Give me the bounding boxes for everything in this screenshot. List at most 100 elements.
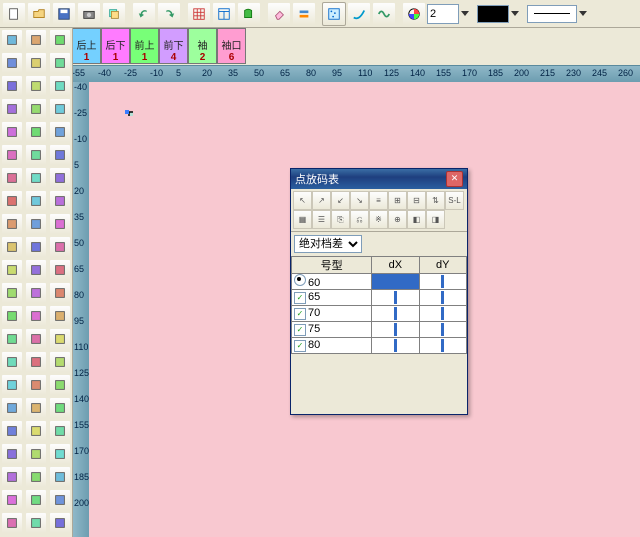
side-tool-icon[interactable] (49, 190, 71, 212)
dialog-tool-icon[interactable]: ↖ (293, 191, 312, 210)
side-tool-icon[interactable] (49, 374, 71, 396)
side-tool-icon[interactable] (49, 397, 71, 419)
dialog-tool-icon[interactable]: ◧ (407, 210, 426, 229)
side-tool-icon[interactable] (25, 305, 47, 327)
side-tool-icon[interactable] (49, 443, 71, 465)
side-tool-icon[interactable] (25, 98, 47, 120)
side-tool-icon[interactable] (25, 121, 47, 143)
side-tool-icon[interactable] (25, 443, 47, 465)
side-tool-icon[interactable] (25, 213, 47, 235)
side-tool-icon[interactable] (49, 98, 71, 120)
side-tool-icon[interactable] (49, 305, 71, 327)
dialog-tool-icon[interactable]: ⇅ (426, 191, 445, 210)
side-tool-icon[interactable] (49, 236, 71, 258)
side-tool-icon[interactable] (25, 236, 47, 258)
side-tool-icon[interactable] (1, 259, 23, 281)
open-icon[interactable] (27, 2, 51, 26)
side-tool-icon[interactable] (49, 121, 71, 143)
align-icon[interactable] (292, 2, 316, 26)
side-tool-icon[interactable] (25, 75, 47, 97)
grade-mode-select[interactable]: 绝对档差 (294, 235, 362, 253)
side-tool-icon[interactable] (1, 29, 23, 51)
side-tool-icon[interactable] (25, 328, 47, 350)
dialog-tool-icon[interactable]: ※ (369, 210, 388, 229)
dialog-tool-icon[interactable]: ◨ (426, 210, 445, 229)
grade-chart-icon[interactable] (322, 2, 346, 26)
pattern-tab[interactable]: 前上1 (130, 28, 159, 64)
close-icon[interactable]: ✕ (446, 171, 463, 187)
side-tool-icon[interactable] (49, 282, 71, 304)
side-tool-icon[interactable] (1, 121, 23, 143)
grid-icon[interactable] (187, 2, 211, 26)
side-tool-icon[interactable] (1, 236, 23, 258)
dialog-titlebar[interactable]: 点放码表 ✕ (291, 169, 467, 189)
table-row[interactable]: 60 (292, 274, 467, 290)
color-picker-icon[interactable] (402, 2, 426, 26)
table-row[interactable]: ✓70 (292, 306, 467, 322)
side-tool-icon[interactable] (49, 420, 71, 442)
side-tool-icon[interactable] (25, 466, 47, 488)
side-tool-icon[interactable] (1, 466, 23, 488)
side-tool-icon[interactable] (1, 489, 23, 511)
dialog-tool-icon[interactable]: ☰ (312, 210, 331, 229)
pattern-tab[interactable]: 袖口6 (217, 28, 246, 64)
side-tool-icon[interactable] (49, 489, 71, 511)
curve2-icon[interactable] (372, 2, 396, 26)
pattern-tab[interactable]: 前下4 (159, 28, 188, 64)
side-tool-icon[interactable] (1, 420, 23, 442)
window-icon[interactable] (212, 2, 236, 26)
undo-icon[interactable] (132, 2, 156, 26)
dialog-tool-icon[interactable]: ↗ (312, 191, 331, 210)
side-tool-icon[interactable] (49, 167, 71, 189)
side-tool-icon[interactable] (1, 351, 23, 373)
side-tool-icon[interactable] (25, 167, 47, 189)
side-tool-icon[interactable] (1, 397, 23, 419)
camera-icon[interactable] (77, 2, 101, 26)
side-tool-icon[interactable] (49, 52, 71, 74)
pattern-tab[interactable]: 袖2 (188, 28, 217, 64)
curve-icon[interactable] (347, 2, 371, 26)
side-tool-icon[interactable] (49, 466, 71, 488)
side-tool-icon[interactable] (25, 512, 47, 534)
side-tool-icon[interactable] (49, 351, 71, 373)
redo-icon[interactable] (157, 2, 181, 26)
side-tool-icon[interactable] (1, 144, 23, 166)
eraser-icon[interactable] (267, 2, 291, 26)
side-tool-icon[interactable] (25, 190, 47, 212)
side-tool-icon[interactable] (25, 489, 47, 511)
stroke-color-swatch[interactable] (477, 5, 519, 23)
line-style-select[interactable] (527, 5, 587, 23)
dialog-tool-icon[interactable]: ▦ (293, 210, 312, 229)
pattern-tab[interactable]: 后上1 (72, 28, 101, 64)
dialog-tool-icon[interactable]: ⎘ (331, 210, 350, 229)
dialog-tool-icon[interactable]: ↘ (350, 191, 369, 210)
table-row[interactable]: ✓65 (292, 290, 467, 306)
dialog-tool-icon[interactable]: S-L (445, 191, 464, 210)
table-row[interactable]: ✓80 (292, 338, 467, 354)
side-tool-icon[interactable] (1, 52, 23, 74)
side-tool-icon[interactable] (1, 75, 23, 97)
stroke-width-input[interactable]: 2 (427, 5, 469, 23)
side-tool-icon[interactable] (1, 98, 23, 120)
side-tool-icon[interactable] (49, 144, 71, 166)
side-tool-icon[interactable] (1, 328, 23, 350)
dialog-tool-icon[interactable]: ⊞ (388, 191, 407, 210)
side-tool-icon[interactable] (49, 259, 71, 281)
dialog-tool-icon[interactable]: ⊕ (388, 210, 407, 229)
side-tool-icon[interactable] (1, 190, 23, 212)
side-tool-icon[interactable] (25, 420, 47, 442)
pattern-tab[interactable]: 后下1 (101, 28, 130, 64)
side-tool-icon[interactable] (1, 167, 23, 189)
dialog-tool-icon[interactable]: ⎌ (350, 210, 369, 229)
side-tool-icon[interactable] (25, 29, 47, 51)
design-canvas[interactable]: 点放码表 ✕ ↖↗↙↘≡⊞⊟⇅S-L▦☰⎘⎌※⊕◧◨ 绝对档差 号型 dX dY… (89, 82, 640, 537)
new-icon[interactable] (2, 2, 26, 26)
side-tool-icon[interactable] (25, 351, 47, 373)
side-tool-icon[interactable] (25, 397, 47, 419)
shape-icon[interactable] (237, 2, 261, 26)
side-tool-icon[interactable] (25, 144, 47, 166)
side-tool-icon[interactable] (25, 52, 47, 74)
side-tool-icon[interactable] (25, 259, 47, 281)
side-tool-icon[interactable] (1, 305, 23, 327)
side-tool-icon[interactable] (49, 328, 71, 350)
